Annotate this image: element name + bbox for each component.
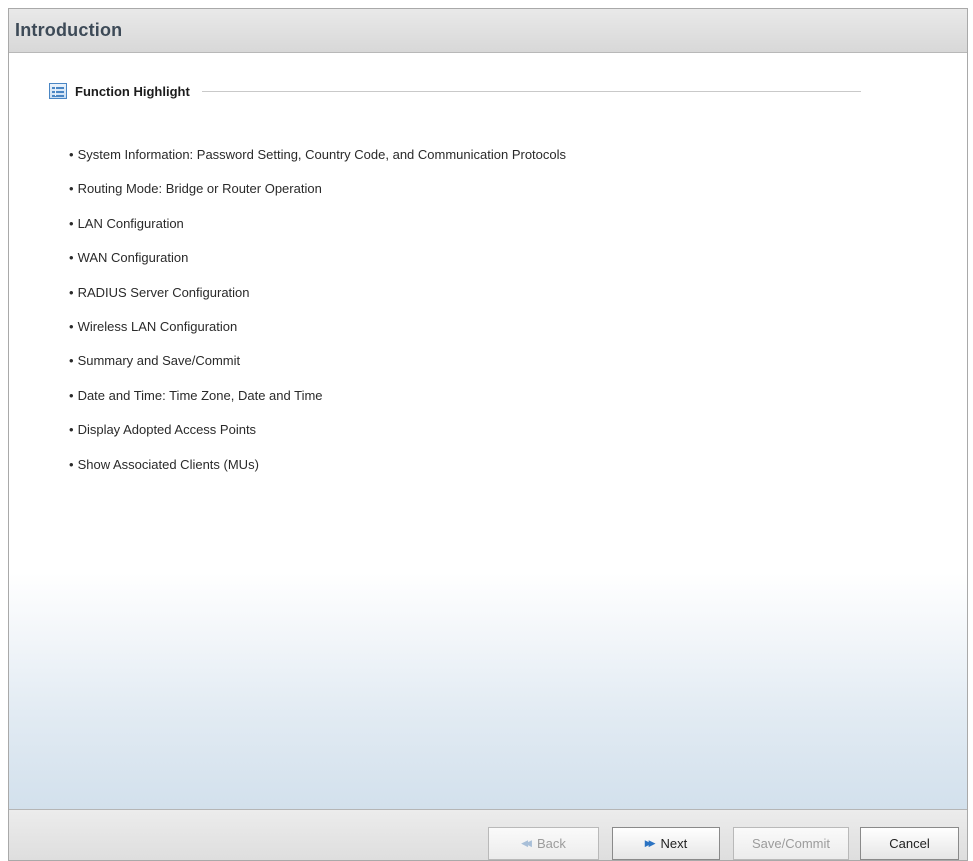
save-commit-button[interactable]: Save/Commit	[733, 827, 849, 860]
rewind-icon: ◀◀	[521, 838, 532, 848]
content-panel: Function Highlight System Information: P…	[9, 53, 967, 812]
feature-item: Date and Time: Time Zone, Date and Time	[69, 388, 566, 422]
feature-list: System Information: Password Setting, Co…	[69, 147, 566, 491]
feature-item: Display Adopted Access Points	[69, 422, 566, 456]
feature-item: System Information: Password Setting, Co…	[69, 147, 566, 181]
section-divider	[201, 90, 861, 92]
section-header: Function Highlight	[49, 83, 861, 99]
wizard-window: Introduction Function Highlight System I…	[8, 8, 968, 861]
feature-item: LAN Configuration	[69, 216, 566, 250]
feature-item: WAN Configuration	[69, 250, 566, 284]
next-button[interactable]: ▶▶ Next	[612, 827, 720, 860]
back-button-label: Back	[536, 836, 566, 851]
wizard-footer: ◀◀ Back ▶▶ Next Save/Commit Cancel	[9, 809, 967, 860]
cancel-button-label: Cancel	[889, 836, 930, 851]
title-bar: Introduction	[9, 9, 967, 53]
feature-item: Wireless LAN Configuration	[69, 319, 566, 353]
cancel-button[interactable]: Cancel	[860, 827, 959, 860]
feature-item: Show Associated Clients (MUs)	[69, 457, 566, 491]
window-title: Introduction	[15, 20, 123, 40]
fast-forward-icon: ▶▶	[644, 838, 656, 848]
back-button[interactable]: ◀◀ Back	[488, 827, 599, 860]
feature-item: Summary and Save/Commit	[69, 353, 566, 387]
next-button-label: Next	[660, 836, 688, 851]
feature-item: Routing Mode: Bridge or Router Operation	[69, 181, 566, 215]
save-commit-button-label: Save/Commit	[751, 836, 831, 851]
feature-item: RADIUS Server Configuration	[69, 285, 566, 319]
list-icon	[49, 83, 67, 99]
section-title: Function Highlight	[75, 83, 190, 99]
